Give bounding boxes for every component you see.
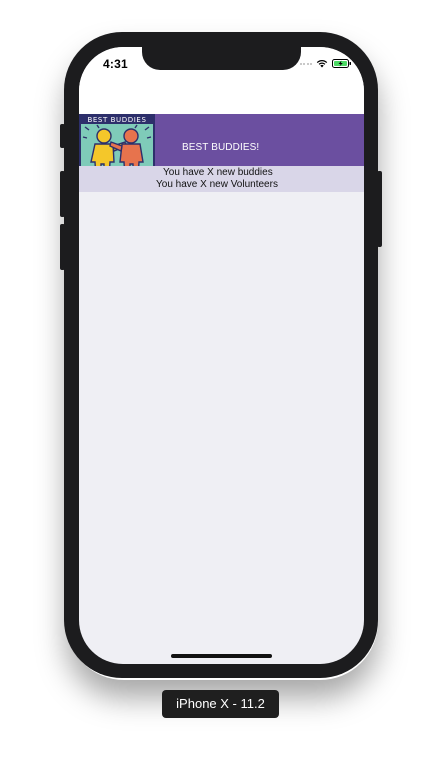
volume-up-button <box>60 171 65 217</box>
notch <box>142 47 301 70</box>
status-icons <box>299 59 353 68</box>
simulator-stage: 4:31 BEST BUDDIES BEST BUDDIES! You have… <box>0 0 442 760</box>
new-volunteers-label: You have X new Volunteers <box>156 179 278 190</box>
wifi-icon <box>316 59 328 68</box>
mute-switch <box>60 124 65 148</box>
power-button <box>377 171 382 247</box>
header-title: BEST BUDDIES! <box>182 142 260 153</box>
new-buddies-label: You have X new buddies <box>163 167 273 178</box>
device-label: iPhone X - 11.2 <box>162 690 279 718</box>
cellular-signal-icon <box>299 62 312 65</box>
status-bar: 4:31 <box>79 47 364 114</box>
status-time: 4:31 <box>103 57 128 71</box>
device-screen: 4:31 BEST BUDDIES BEST BUDDIES! You have… <box>79 47 364 664</box>
battery-charging-icon <box>332 59 351 68</box>
logo-text: BEST BUDDIES <box>87 116 146 124</box>
home-indicator[interactable] <box>171 654 272 658</box>
volume-down-button <box>60 224 65 270</box>
